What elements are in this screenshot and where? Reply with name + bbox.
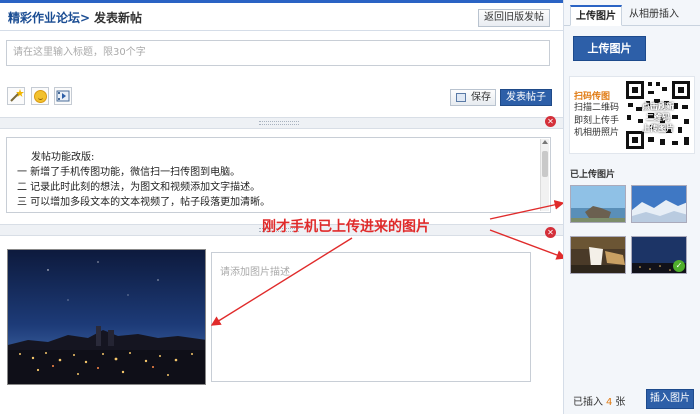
close-text-section-button[interactable]: ✕ [545, 116, 556, 127]
qr-hint-line: 点击刷新 [642, 102, 674, 111]
qr-hint-line: 上传图片 [642, 124, 674, 133]
emoji-icon [34, 90, 47, 103]
video-icon [56, 90, 70, 102]
magic-wand-button[interactable] [7, 87, 25, 105]
upload-images-button[interactable]: 上传图片 [573, 36, 646, 61]
text-content-editor[interactable]: 发帖功能改版: 一 新增了手机传图功能，微信扫一扫传图到电脑。 二 记录此时此刻… [6, 137, 551, 213]
close-photo-section-button[interactable]: ✕ [545, 227, 556, 238]
qr-desc-line: 即刻上传手 [574, 115, 620, 126]
qr-desc-line: 机相册照片 [574, 128, 620, 138]
qr-title: 扫码传图 [574, 92, 611, 102]
content-line: 一 新增了手机传图功能，微信扫一扫传图到电脑。 [17, 167, 241, 178]
section-drag-divider[interactable] [0, 117, 563, 129]
content-line: 发帖功能改版: [31, 152, 95, 163]
inserted-suffix: 张 [615, 397, 626, 408]
save-label: 保存 [471, 92, 491, 103]
tab-upload-images[interactable]: 上传图片 [570, 5, 622, 26]
qr-upload-card: 扫码传图 扫描二维码 即刻上传手 机相册照片 点击刷新 二维码 上传图片 [569, 76, 695, 154]
uploaded-images-label: 已上传图片 [570, 170, 616, 180]
waterfall-photo [571, 237, 625, 273]
qr-refresh-hint[interactable]: 点击刷新 二维码 上传图片 [630, 101, 686, 134]
inserted-number: 4 [606, 397, 613, 408]
insert-images-button[interactable]: 插入图片 [646, 389, 694, 409]
uploaded-thumbnail[interactable]: ✓ [631, 236, 687, 274]
content-line: 二 记录此时此刻的想法，为图文和视频添加文字描述。 [17, 182, 261, 193]
text-scrollbar[interactable] [540, 139, 549, 211]
magic-wand-icon [10, 89, 24, 102]
back-to-old-version-button[interactable]: 返回旧版发帖 [478, 9, 550, 27]
image-sidebar: 上传图片 从相册插入 上传图片 扫码传图 扫描二维码 即刻上传手 机相册照片 点… [563, 0, 700, 414]
qr-desc-line: 扫描二维码 [574, 103, 620, 113]
scroll-up-arrow-icon[interactable] [542, 140, 548, 144]
tab-insert-from-album[interactable]: 从相册插入 [624, 5, 684, 26]
annotation-text: 刚才手机已上传进来的图片 [262, 219, 430, 235]
snow-photo [632, 186, 686, 222]
uploaded-thumbnail[interactable] [631, 185, 687, 223]
editor-header: 精彩作业论坛> 发表新帖 返回旧版发帖 [0, 3, 563, 31]
qr-description: 扫描二维码 即刻上传手 机相册照片 [574, 102, 620, 140]
page-title: 发表新帖 [94, 11, 143, 25]
night-city-photo [8, 250, 205, 384]
post-title-input[interactable]: 请在这里输入标题，限30个字 [6, 40, 550, 66]
save-draft-button[interactable]: 保存 [450, 89, 496, 106]
caption-placeholder: 请添加图片描述 [220, 267, 290, 278]
scrollbar-thumb[interactable] [542, 151, 548, 177]
photo-caption-input[interactable]: 请添加图片描述 [211, 252, 531, 382]
sidebar-tabs: 上传图片 从相册插入 [564, 5, 700, 26]
content-line: 三 可以增加多段文本的文本视频了，帖子段落更加清晰。 [17, 197, 271, 208]
selected-check-icon: ✓ [673, 260, 685, 272]
inserted-prefix: 已插入 [573, 397, 603, 408]
video-button[interactable] [54, 87, 72, 105]
qr-hint-line: 二维码 [646, 113, 670, 122]
uploaded-thumbnail[interactable] [570, 185, 626, 223]
inserted-photo[interactable] [7, 249, 206, 385]
drag-grip-icon [259, 121, 299, 125]
save-icon [456, 93, 466, 102]
coast-photo [571, 186, 625, 222]
uploaded-thumbnail[interactable] [570, 236, 626, 274]
emoji-button[interactable] [31, 87, 49, 105]
forum-breadcrumb-link[interactable]: 精彩作业论坛> [8, 9, 90, 26]
publish-post-button[interactable]: 发表帖子 [500, 89, 552, 106]
inserted-count: 已插入 4 张 [573, 393, 625, 408]
